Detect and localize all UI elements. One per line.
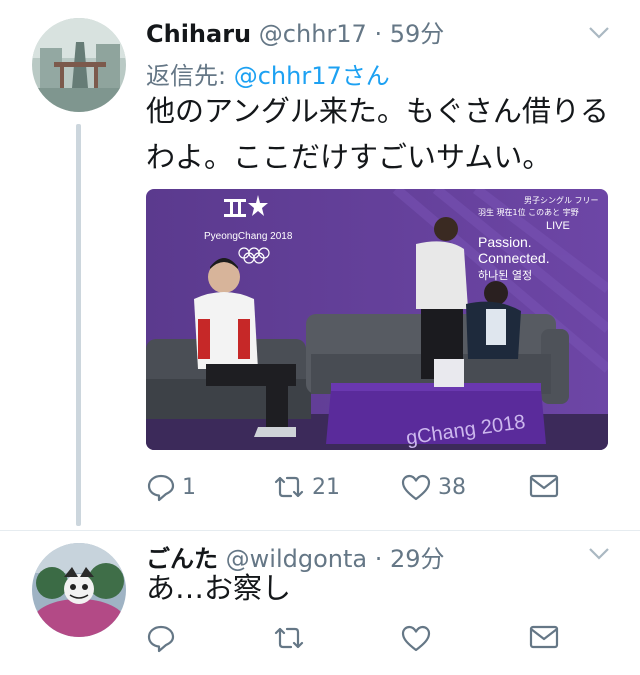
- timestamp[interactable]: · 59分: [374, 20, 444, 48]
- timestamp[interactable]: · 29分: [375, 545, 445, 573]
- share-icon: [529, 474, 559, 498]
- reply-button[interactable]: [146, 623, 176, 653]
- tweet-2[interactable]: ごんた @wildgonta · 29分 あ…お察し: [0, 531, 640, 675]
- tweet-text-line: あ…お察し: [146, 571, 292, 605]
- tweet-media-image[interactable]: PyeongChang 2018 男子シングル フリー 羽生 現在1位 このあと…: [146, 189, 608, 450]
- reply-count: 1: [182, 474, 196, 500]
- broadcast-subtitle: 羽生 現在1位 このあと 宇野: [478, 207, 579, 217]
- tweet-text: あ…お察し: [146, 565, 291, 611]
- reply-icon: [147, 625, 175, 653]
- like-count: 38: [438, 474, 466, 500]
- caret-down-icon[interactable]: [588, 26, 610, 40]
- tweet-header: Chiharu @chhr17 · 59分: [146, 14, 444, 49]
- tweet-text: 他のアングル来た。もぐさん借りる わよ。ここだけすごいサムい。: [146, 88, 609, 180]
- like-icon: [401, 625, 431, 652]
- reply-icon: [147, 474, 175, 502]
- retweet-count: 21: [312, 474, 340, 500]
- like-button[interactable]: [400, 623, 432, 653]
- broadcast-title: 男子シングル フリー: [524, 195, 599, 205]
- tweet-text-line: 他のアングル来た。もぐさん借りる: [146, 94, 609, 128]
- display-name[interactable]: Chiharu: [146, 20, 251, 48]
- retweet-button[interactable]: 21: [272, 472, 340, 502]
- reply-prefix: 返信先:: [146, 62, 227, 90]
- reply-button[interactable]: 1: [146, 472, 196, 502]
- reply-context: 返信先: @chhr17さん: [146, 56, 390, 91]
- brand-logo-text: PyeongChang 2018: [204, 231, 293, 242]
- username[interactable]: @chhr17: [259, 20, 367, 48]
- caret-down-icon[interactable]: [588, 547, 610, 561]
- avatar[interactable]: [32, 18, 126, 112]
- retweet-button[interactable]: [272, 623, 306, 653]
- tweet-actions: [146, 623, 586, 663]
- share-button[interactable]: [528, 623, 560, 651]
- thread-line: [76, 124, 81, 526]
- avatar-image: [32, 543, 126, 637]
- retweet-icon: [274, 627, 304, 649]
- reply-mention-link[interactable]: @chhr17さん: [234, 62, 390, 90]
- avatar[interactable]: [32, 543, 126, 637]
- share-icon: [529, 625, 559, 649]
- tweet-actions: 1 21 38: [146, 472, 586, 512]
- tweet-1[interactable]: Chiharu @chhr17 · 59分 返信先: @chhr17さん 他のア…: [0, 0, 640, 535]
- like-icon: [401, 474, 431, 501]
- retweet-icon: [274, 476, 304, 498]
- live-label: LIVE: [546, 220, 570, 232]
- like-button[interactable]: 38: [400, 472, 466, 502]
- slogan-line: 하나된 열정: [478, 268, 532, 282]
- slogan-line: Connected.: [478, 250, 550, 266]
- slogan-line: Passion.: [478, 234, 532, 250]
- avatar-image: [32, 18, 126, 112]
- photo-scene: PyeongChang 2018 男子シングル フリー 羽生 現在1位 このあと…: [146, 189, 608, 450]
- tweet-text-line: わよ。ここだけすごいサムい。: [146, 140, 552, 174]
- share-button[interactable]: [528, 472, 560, 500]
